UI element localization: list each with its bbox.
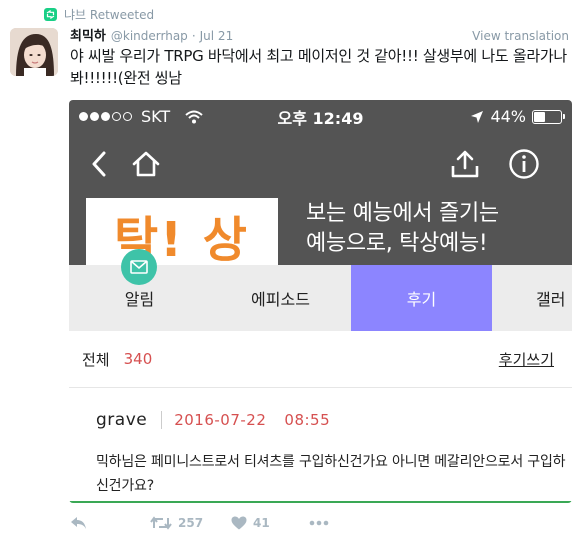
view-translation-link[interactable]: View translation [472, 29, 569, 43]
show-logo: 탁! 상 [86, 198, 278, 265]
avatar[interactable] [10, 28, 58, 76]
attached-screenshot[interactable]: SKT 오후 12:49 44% 탁! 상 보는 예능에서 즐기는 예능으로, … [69, 100, 572, 503]
tab-gallery[interactable]: 갤러 [492, 265, 572, 331]
home-icon[interactable] [129, 149, 163, 179]
tweet-actions: 257 41 [70, 512, 329, 534]
retweet-context: 냐브 Retweeted [44, 4, 154, 24]
signal-strength-icon [79, 112, 132, 121]
review-date: 2016-07-22 [174, 411, 267, 429]
info-icon[interactable] [507, 147, 541, 181]
retweet-icon [44, 7, 57, 21]
total-label: 전체 [82, 350, 110, 369]
retweet-button[interactable]: 257 [150, 516, 231, 530]
reply-icon [70, 516, 88, 530]
show-slogan: 보는 예능에서 즐기는 예능으로, 탁상예능! [306, 201, 499, 256]
more-icon [309, 520, 329, 526]
meta-divider [161, 411, 163, 429]
review-summary: 전체 340 후기쓰기 [69, 331, 572, 388]
write-review-link[interactable]: 후기쓰기 [499, 349, 554, 370]
show-banner: 탁! 상 보는 예능에서 즐기는 예능으로, 탁상예능! [69, 133, 572, 265]
like-count: 41 [253, 516, 270, 530]
battery-percent: 44% [490, 107, 526, 126]
retweeted-by-label[interactable]: 냐브 Retweeted [64, 6, 154, 23]
retweet-icon [150, 516, 172, 530]
review-author: grave [96, 410, 148, 430]
carrier-label: SKT [141, 107, 171, 126]
share-icon[interactable] [449, 147, 481, 181]
location-arrow-icon [470, 110, 484, 124]
more-button[interactable] [309, 520, 329, 526]
total-count: 340 [123, 350, 153, 368]
display-name[interactable]: 최믹하 [70, 25, 106, 44]
separator-dot: · [191, 29, 196, 43]
user-handle[interactable]: @kinderrhap [111, 29, 188, 43]
review-item[interactable]: grave 2016-07-22 08:55 믹하님은 페미니스트로서 티셔츠를… [69, 388, 572, 503]
review-body: 믹하님은 페미니스트로서 티셔츠를 구입하신건가요 아니면 메갈리안으로서 구입… [96, 454, 566, 494]
tweet-timestamp[interactable]: Jul 21 [200, 29, 234, 43]
tab-episodes[interactable]: 에피소드 [210, 265, 351, 331]
tweet-header: 최믹하 @kinderrhap · Jul 21 View translatio… [70, 25, 569, 44]
battery-icon [532, 109, 565, 124]
like-button[interactable]: 41 [231, 516, 309, 530]
wifi-icon [185, 110, 203, 124]
back-icon[interactable] [87, 149, 111, 179]
heart-icon [231, 516, 247, 530]
retweet-count: 257 [178, 516, 204, 530]
mail-icon[interactable] [121, 249, 157, 285]
review-time: 08:55 [284, 411, 331, 429]
tab-reviews[interactable]: 후기 [351, 265, 492, 331]
reply-button[interactable] [70, 516, 150, 530]
divider-line [69, 501, 572, 503]
phone-status-bar: SKT 오후 12:49 44% [69, 100, 572, 133]
tweet-text: 야 씨발 우리가 TRPG 바닥에서 최고 메이저인 것 같아!!! 살생부에 … [70, 47, 567, 87]
